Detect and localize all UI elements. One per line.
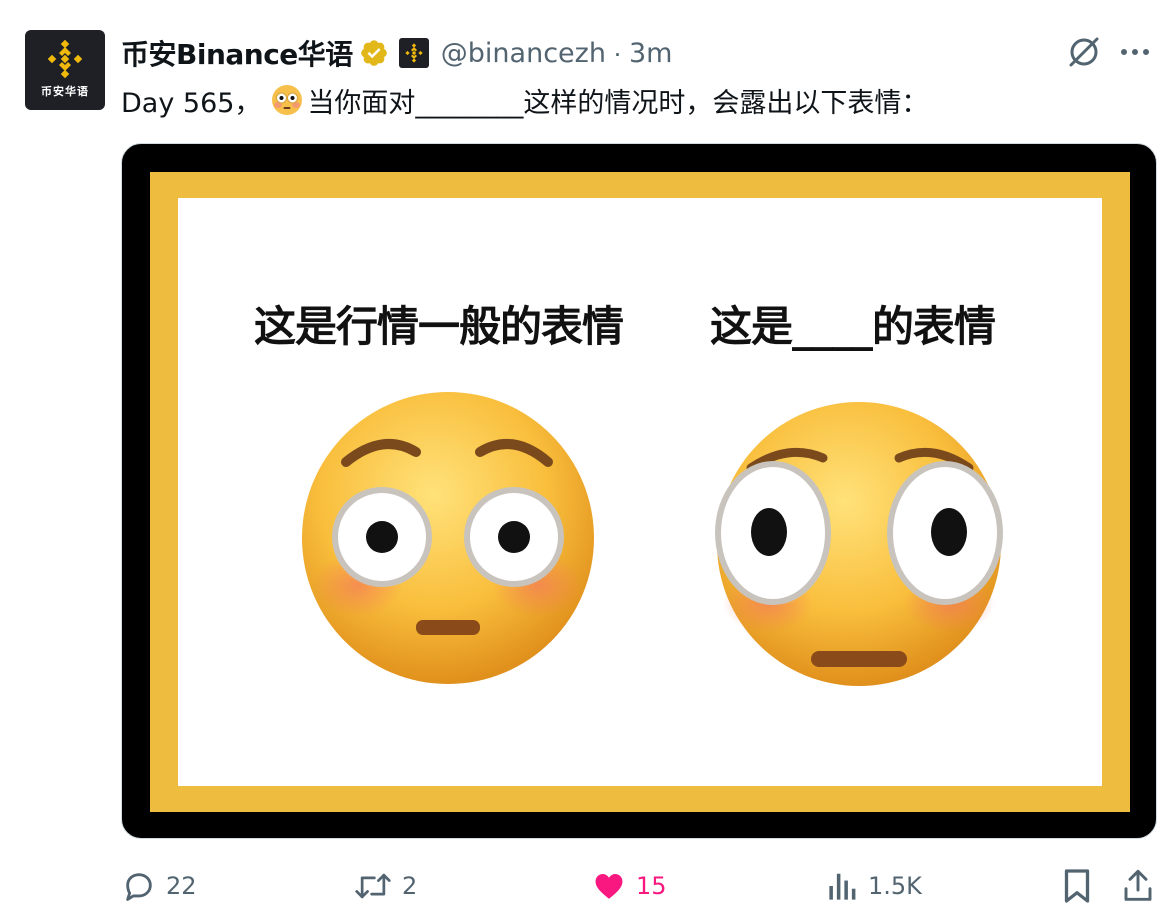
reply-icon (126, 873, 152, 901)
like-button[interactable]: 15 (592, 862, 667, 910)
tweet-text: Day 565， 当你面对________这样的情况时，会露出以下表情： (121, 81, 928, 119)
timestamp[interactable]: 3m (629, 38, 672, 69)
retweet-button[interactable]: 2 (354, 862, 417, 910)
more-icon[interactable] (1118, 35, 1152, 74)
flushed-face-left-icon (302, 392, 594, 684)
flushed-face-icon (272, 85, 303, 115)
tweet-text-part2: 当你面对________这样的情况时，会露出以下表情： (307, 87, 929, 119)
left-caption: 这是行情一般的表情 (254, 302, 624, 351)
reply-count: 22 (166, 872, 197, 900)
separator: · (612, 37, 622, 68)
display-name[interactable]: 币安Binance华语 (121, 33, 353, 73)
affiliate-badge-icon[interactable] (398, 38, 429, 68)
share-icon (1124, 869, 1152, 901)
action-bar: 22 2 15 1.5K (0, 862, 1176, 910)
share-button[interactable] (1122, 862, 1154, 910)
flushed-face-right-icon (715, 402, 1003, 686)
heart-icon (595, 873, 623, 899)
verified-badge-icon[interactable] (359, 38, 389, 68)
grok-icon[interactable] (1064, 32, 1104, 77)
tweet-header: 币安Binance华语 @binancezh · 3m (121, 33, 672, 73)
handle[interactable]: @binancezh (441, 38, 606, 69)
tweet-text-part1: Day 565， (121, 87, 262, 119)
binance-logo-icon (47, 39, 83, 79)
avatar[interactable]: 币安华语 (25, 30, 105, 110)
bookmark-icon (1064, 869, 1090, 903)
retweet-icon (355, 873, 391, 899)
views-icon (829, 873, 856, 900)
views-button[interactable]: 1.5K (828, 862, 922, 910)
reply-button[interactable]: 22 (122, 862, 197, 910)
right-caption: 这是____的表情 (710, 302, 996, 351)
avatar-text: 币安华语 (41, 85, 89, 98)
retweet-count: 2 (402, 872, 418, 900)
bookmark-button[interactable] (1062, 862, 1092, 910)
like-count: 15 (636, 872, 667, 900)
view-count: 1.5K (868, 872, 922, 900)
